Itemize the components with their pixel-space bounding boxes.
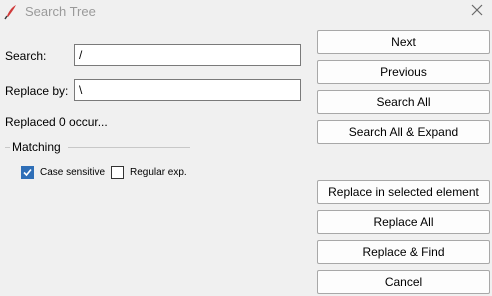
previous-button[interactable]: Previous	[317, 60, 490, 84]
feather-pen-icon	[4, 4, 18, 20]
search-label: Search:	[5, 49, 47, 63]
regular-exp-checkbox[interactable]	[111, 166, 124, 179]
status-text: Replaced 0 occur...	[5, 115, 108, 129]
replace-input[interactable]	[74, 79, 301, 101]
close-icon	[471, 3, 483, 21]
replace-label: Replace by:	[5, 84, 69, 98]
close-button[interactable]	[466, 2, 488, 22]
matching-group-label: Matching	[12, 140, 61, 154]
replace-all-button[interactable]: Replace All	[317, 210, 490, 234]
replace-find-button[interactable]: Replace & Find	[317, 240, 490, 264]
search-all-expand-button[interactable]: Search All & Expand	[317, 120, 490, 144]
window-title: Search Tree	[25, 4, 96, 19]
search-input[interactable]	[74, 44, 301, 66]
title-bar: Search Tree	[0, 0, 492, 24]
regular-exp-label[interactable]: Regular exp.	[130, 167, 187, 178]
next-button[interactable]: Next	[317, 30, 490, 54]
group-divider-left	[5, 147, 10, 148]
case-sensitive-checkbox[interactable]	[21, 166, 34, 179]
cancel-button[interactable]: Cancel	[317, 270, 490, 294]
checkmark-icon	[22, 167, 33, 178]
group-divider-right	[68, 147, 190, 148]
case-sensitive-label[interactable]: Case sensitive	[40, 167, 105, 178]
replace-selected-button[interactable]: Replace in selected element	[317, 180, 490, 204]
search-all-button[interactable]: Search All	[317, 90, 490, 114]
